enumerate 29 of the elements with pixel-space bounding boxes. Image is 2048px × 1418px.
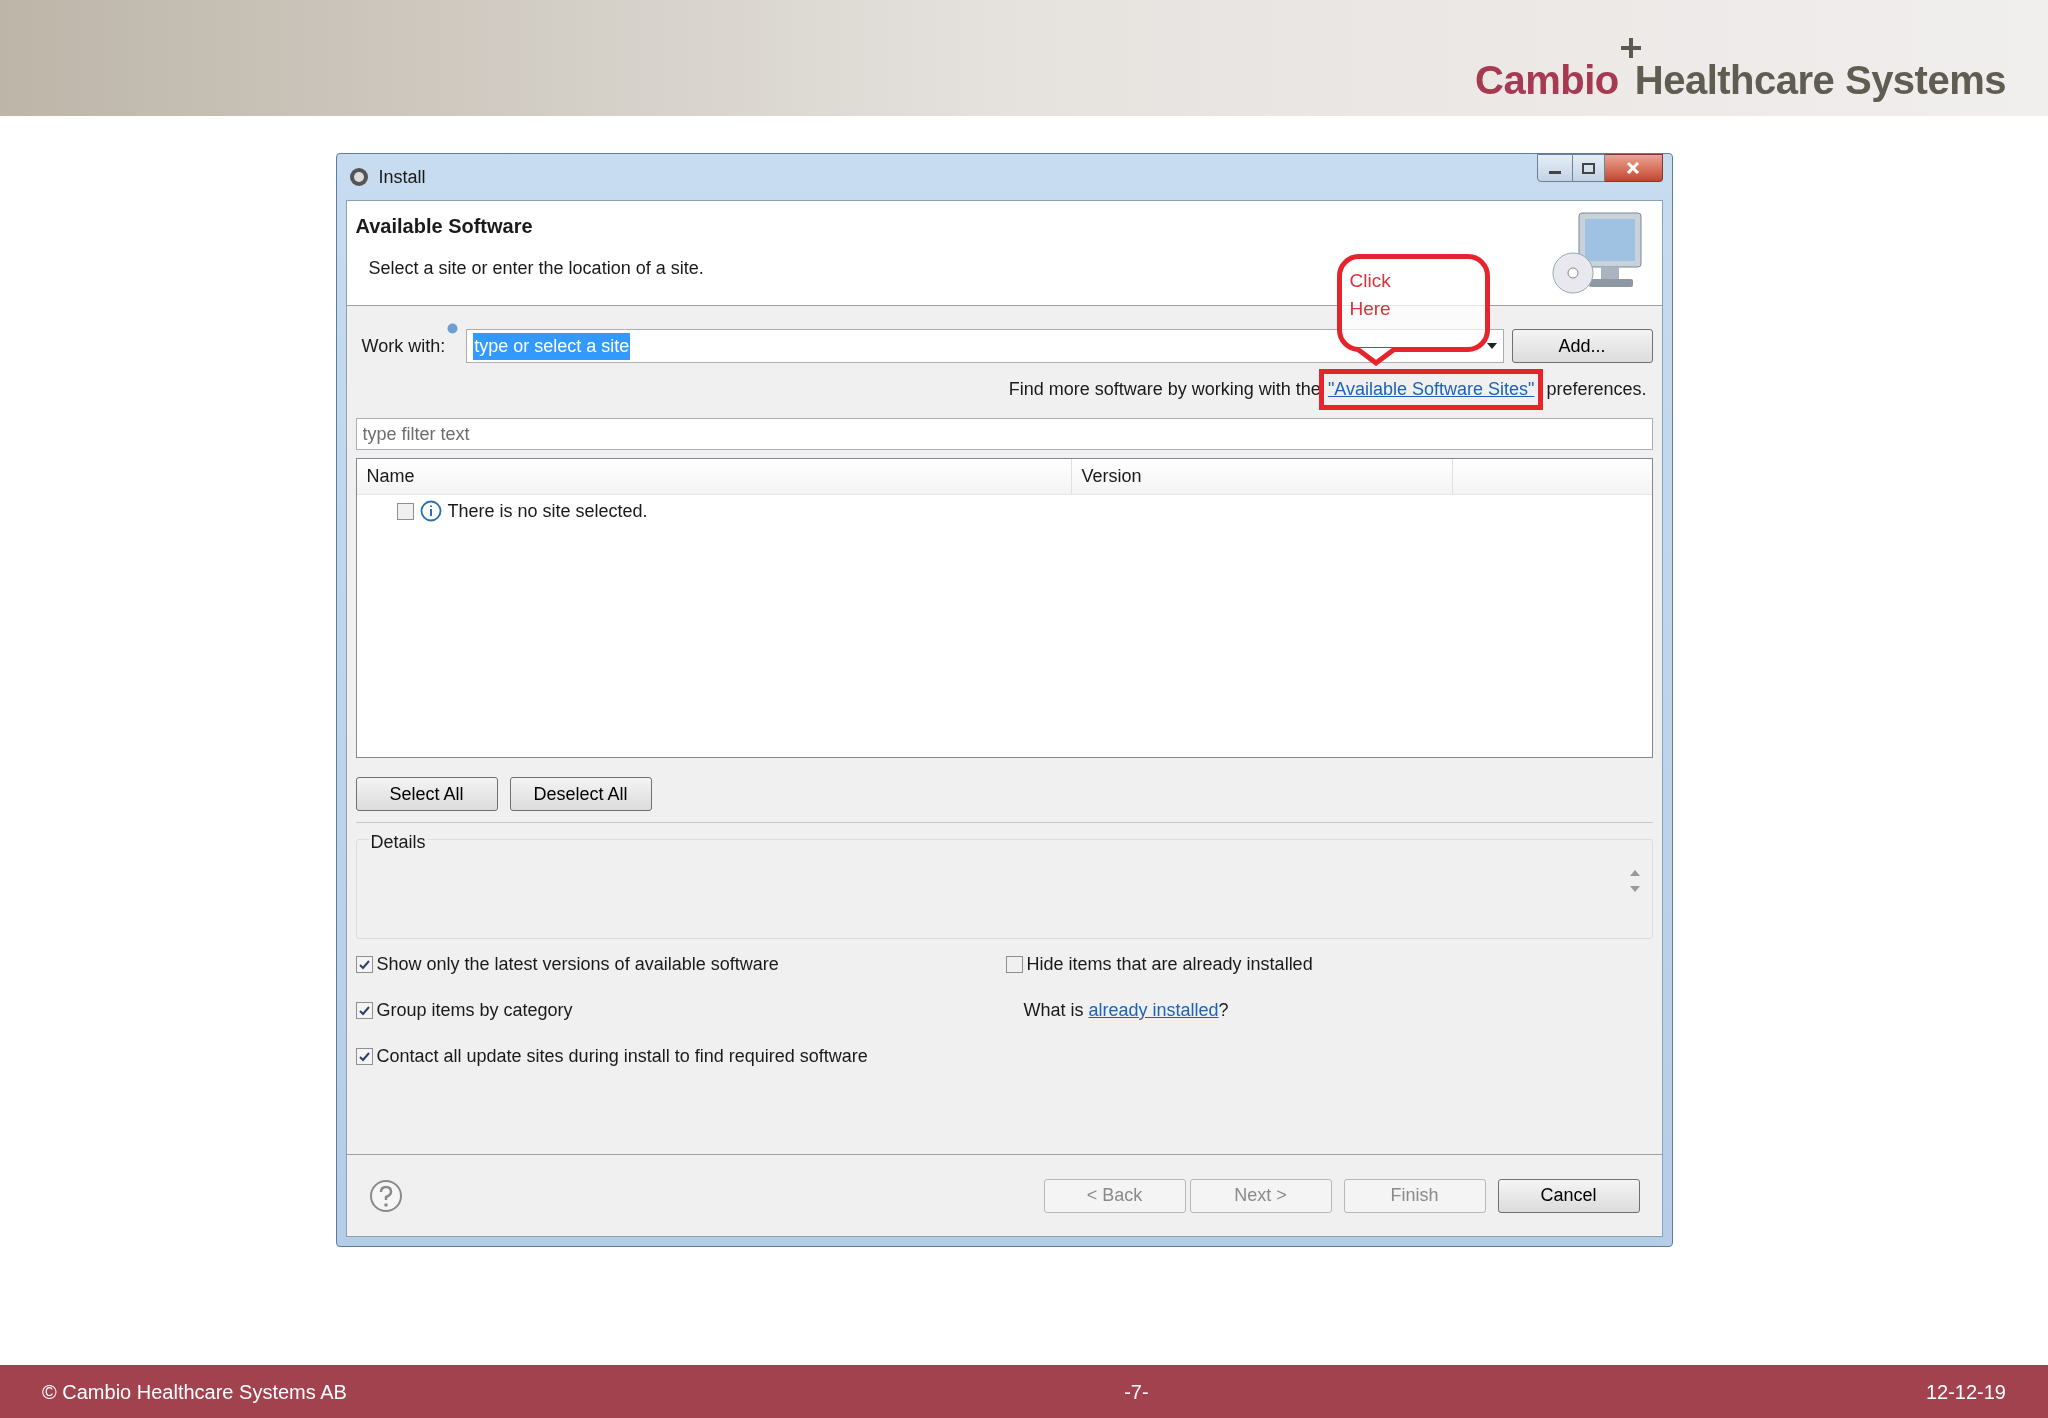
copyright-text: © Cambio Healthcare Systems AB: [42, 1379, 347, 1405]
slide-date: 12-12-19: [1925, 1379, 2006, 1405]
question-mark-text: ?: [1218, 999, 1229, 1022]
dialog-button[interactable]: Select All: [355, 777, 498, 811]
option-label: Contact all update sites during install to find required software: [376, 1045, 868, 1068]
logo-brand: Cambio: [1475, 60, 1619, 100]
page-number: -7-: [1124, 1379, 1149, 1405]
option-label: Group items by category: [376, 999, 573, 1022]
dialog-button[interactable]: Cancel: [1497, 1178, 1640, 1213]
available-sites-link[interactable]: "Available Software Sites": [1327, 379, 1535, 399]
dialog-button[interactable]: Add...: [1511, 329, 1653, 363]
preferences-text: preferences.: [1546, 378, 1647, 401]
page-heading: Available Software: [355, 214, 534, 239]
page-description: Select a site or enter the location of a site.: [368, 257, 704, 280]
more-software-text: Find more software by working with the: [1008, 378, 1321, 401]
option-label: Show only the latest versions of available software: [376, 953, 779, 976]
window-title: Install: [378, 165, 426, 189]
column-header[interactable]: Name: [356, 459, 1072, 494]
selected-text: type or select a site: [473, 332, 631, 360]
column-header[interactable]: Version: [1071, 459, 1453, 494]
callout-text: Click Here: [1349, 269, 1392, 321]
dialog-button[interactable]: Deselect All: [509, 777, 652, 811]
work-with-label: Work with:: [360, 334, 446, 358]
filter-field[interactable]: type filter text: [355, 418, 1653, 450]
option-label: Hide items that are already installed: [1026, 953, 1313, 976]
question-text: What is: [1023, 999, 1084, 1022]
table-cell-text: There is no site selected.: [447, 499, 648, 523]
logo-name: Healthcare Systems: [1634, 60, 2006, 100]
already-installed-link[interactable]: already installed: [1088, 997, 1219, 1024]
